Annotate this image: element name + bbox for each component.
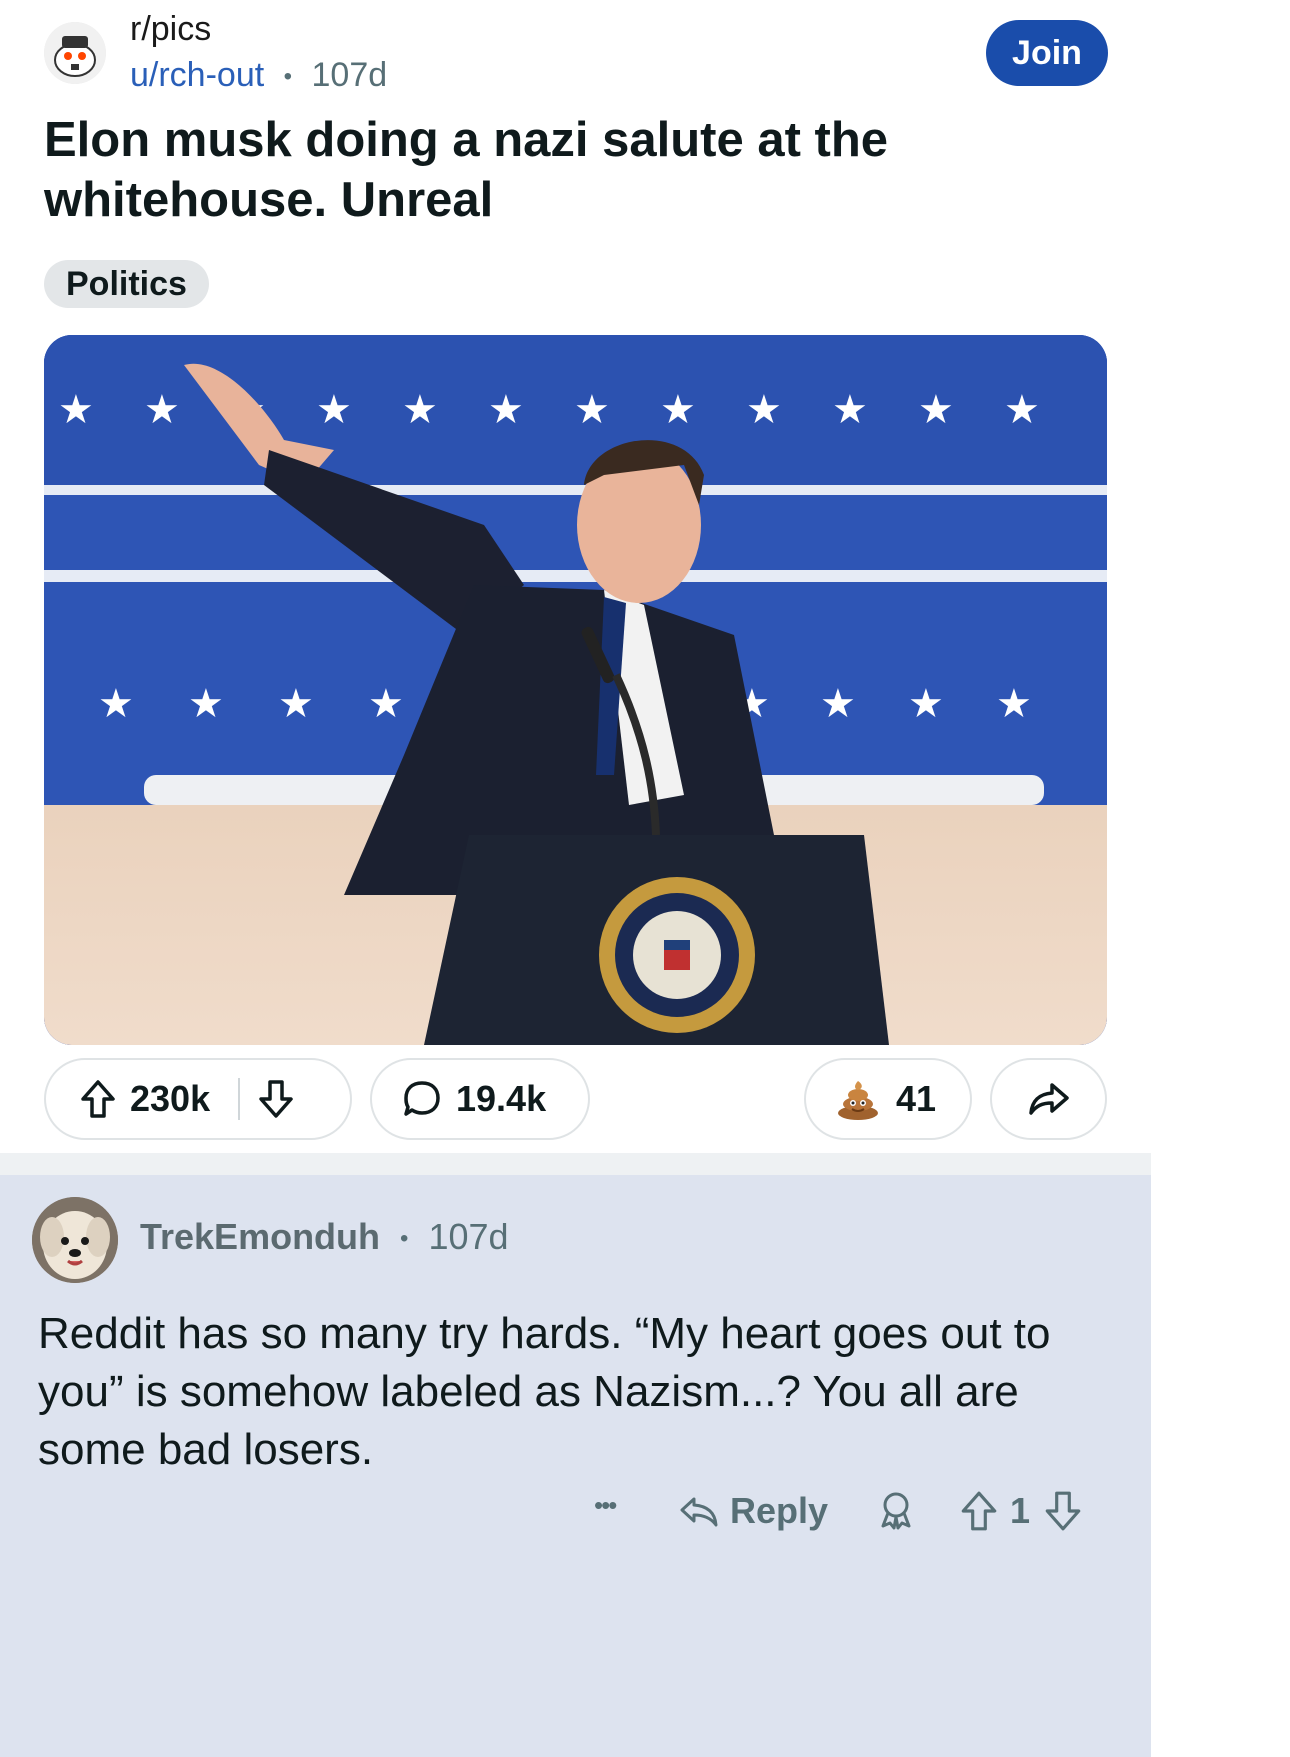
svg-text:★: ★ [144,387,180,433]
comments-button[interactable]: 19.4k [370,1058,590,1140]
post-image-illustration: ★★★ ★★★ ★★★ ★★★ ★★★ ★★★ ★★ [44,335,1107,1045]
svg-text:★: ★ [368,681,404,727]
svg-text:★: ★ [832,387,868,433]
svg-text:★: ★ [188,681,224,727]
vote-divider [238,1078,241,1120]
comment-bubble-icon [402,1079,442,1119]
comment-meta-separator: • [400,1225,409,1253]
arrow-down-icon[interactable] [258,1079,294,1119]
svg-text:★: ★ [488,387,524,433]
svg-text:★: ★ [278,681,314,727]
post-title[interactable]: Elon musk doing a nazi salute at the whi… [44,110,1104,230]
comment-score: 1 [1010,1490,1031,1531]
meta-separator: • [283,63,293,91]
award-poop-icon [836,1077,880,1121]
commenter-avatar[interactable] [32,1197,118,1283]
award-count: 41 [896,1078,937,1119]
upvote-count: 230k [130,1078,211,1119]
reply-label: Reply [730,1490,829,1531]
comment-vote-control: 1 [960,1490,1082,1532]
comment-award-button[interactable] [876,1490,916,1530]
subreddit-name[interactable]: r/pics [130,10,211,49]
join-button[interactable]: Join [986,20,1108,86]
svg-text:★: ★ [98,681,134,727]
comment-arrow-up-icon[interactable] [960,1490,998,1532]
share-arrow-icon [1028,1081,1070,1117]
svg-text:★: ★ [58,387,94,433]
post-image[interactable]: ★★★ ★★★ ★★★ ★★★ ★★★ ★★★ ★★ [44,335,1107,1045]
svg-text:★: ★ [316,387,352,433]
svg-text:★: ★ [402,387,438,433]
more-dots-icon: ••• [594,1490,617,1520]
comment-arrow-down-icon[interactable] [1044,1490,1082,1532]
comment-body: Reddit has so many try hards. “My heart … [38,1309,1051,1474]
comment-count: 19.4k [456,1078,547,1119]
svg-text:★: ★ [746,387,782,433]
post-age: 107d [311,56,388,94]
svg-text:★: ★ [918,387,954,433]
svg-text:★: ★ [660,387,696,433]
award-button[interactable]: 41 [804,1058,972,1140]
comment-age: 107d [428,1216,509,1257]
svg-text:★: ★ [1004,387,1040,433]
post-meta: u/rch-out • 107d [130,56,387,95]
author-link[interactable]: u/rch-out [130,56,264,94]
svg-text:★: ★ [908,681,944,727]
section-divider [0,1153,1151,1175]
reply-button[interactable]: Reply [678,1490,828,1532]
reply-arrow-icon [678,1493,720,1529]
share-button[interactable] [990,1058,1107,1140]
subreddit-avatar[interactable] [44,22,106,84]
post-flair[interactable]: Politics [44,260,209,308]
svg-text:★: ★ [820,681,856,727]
svg-text:★: ★ [996,681,1032,727]
svg-text:★: ★ [574,387,610,433]
comment-username[interactable]: TrekEmonduh [140,1216,380,1257]
arrow-up-icon[interactable] [80,1079,116,1119]
vote-control: 230k [44,1058,352,1140]
comment-meta: TrekEmonduh • 107d [140,1216,509,1258]
award-ribbon-icon [876,1490,916,1530]
comment-more-button[interactable]: ••• [594,1490,617,1521]
